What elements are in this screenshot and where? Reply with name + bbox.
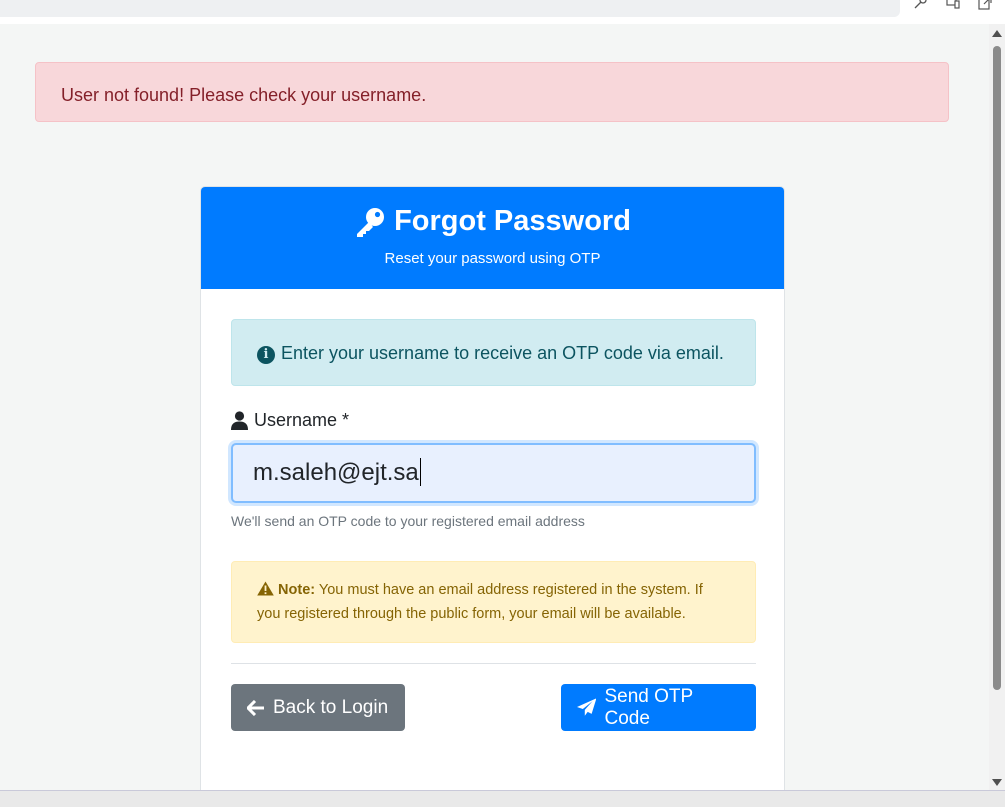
form-actions: Back to Login Send OTP Code	[231, 684, 756, 731]
external-link-icon[interactable]	[978, 0, 992, 10]
error-message: User not found! Please check your userna…	[61, 85, 427, 105]
info-text: Enter your username to receive an OTP co…	[281, 343, 724, 363]
card-subtitle: Reset your password using OTP	[384, 250, 601, 267]
send-otp-button[interactable]: Send OTP Code	[561, 684, 756, 731]
paper-plane-icon	[577, 698, 597, 716]
devices-tool-icon[interactable]	[946, 0, 960, 10]
card-header: Forgot Password Reset your password usin…	[201, 187, 784, 289]
key-tool-icon[interactable]	[913, 0, 927, 10]
scroll-down-icon[interactable]	[992, 779, 1002, 786]
username-label: Username *	[231, 410, 754, 431]
bottom-bar	[0, 790, 1005, 807]
info-alert: i Enter your username to receive an OTP c…	[231, 319, 756, 386]
warning-alert: Note: You must have an email address reg…	[231, 561, 756, 643]
text-caret	[419, 458, 421, 486]
arrow-left-icon	[247, 699, 264, 716]
card-title-text: Forgot Password	[394, 205, 631, 237]
forgot-password-card: Forgot Password Reset your password usin…	[200, 186, 785, 806]
send-otp-label: Send OTP Code	[604, 685, 693, 729]
divider	[231, 663, 756, 664]
warning-text: You must have an email address registere…	[257, 582, 703, 622]
address-strip	[0, 0, 900, 17]
scrollbar-thumb[interactable]	[993, 46, 1001, 690]
username-label-text: Username *	[254, 410, 350, 430]
key-icon	[357, 207, 385, 237]
username-value: m.saleh@ejt.sa	[253, 459, 419, 486]
user-icon	[231, 411, 248, 430]
username-help-text: We'll send an OTP code to your registere…	[231, 513, 585, 529]
scroll-up-icon[interactable]	[992, 30, 1002, 37]
info-circle-icon: i	[257, 346, 275, 364]
warning-label: Note:	[278, 582, 316, 598]
card-title: Forgot Password	[201, 205, 784, 238]
browser-toolbar	[0, 0, 1005, 24]
username-input[interactable]: m.saleh@ejt.sa	[231, 443, 756, 503]
page-scrollbar[interactable]	[989, 24, 1005, 792]
card-body: i Enter your username to receive an OTP c…	[201, 289, 784, 731]
warning-triangle-icon	[257, 581, 274, 596]
error-alert: User not found! Please check your userna…	[35, 62, 949, 122]
back-to-login-label: Back to Login	[273, 696, 389, 718]
back-to-login-button[interactable]: Back to Login	[231, 684, 405, 731]
